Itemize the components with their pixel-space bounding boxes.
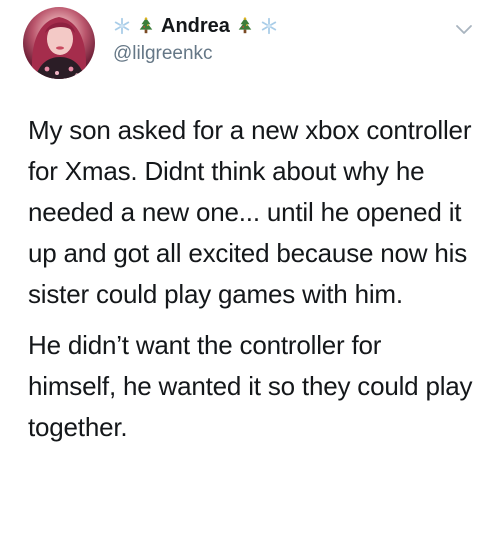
author-handle[interactable]: @lilgreenkc [113,42,278,66]
avatar-image [32,17,86,79]
chevron-down-icon[interactable] [455,24,473,36]
tweet-paragraph-1: My son asked for a new xbox controller f… [28,115,472,309]
christmas-tree-icon [139,17,153,34]
christmas-tree-icon [238,17,252,34]
author-display-name[interactable]: Andrea [161,12,230,40]
snowflake-icon [261,17,277,35]
name-row[interactable]: Andrea [113,12,278,40]
avatar[interactable] [23,7,95,79]
tweet-paragraph-2: He didn’t want the controller for himsel… [28,330,473,442]
tweet-text: My son asked for a new xbox controller f… [28,110,476,448]
tweet-card: Andrea @lilgreenkc My son asked for a ne… [0,0,500,533]
snowflake-icon [114,17,130,35]
author-info: Andrea @lilgreenkc [113,12,278,66]
